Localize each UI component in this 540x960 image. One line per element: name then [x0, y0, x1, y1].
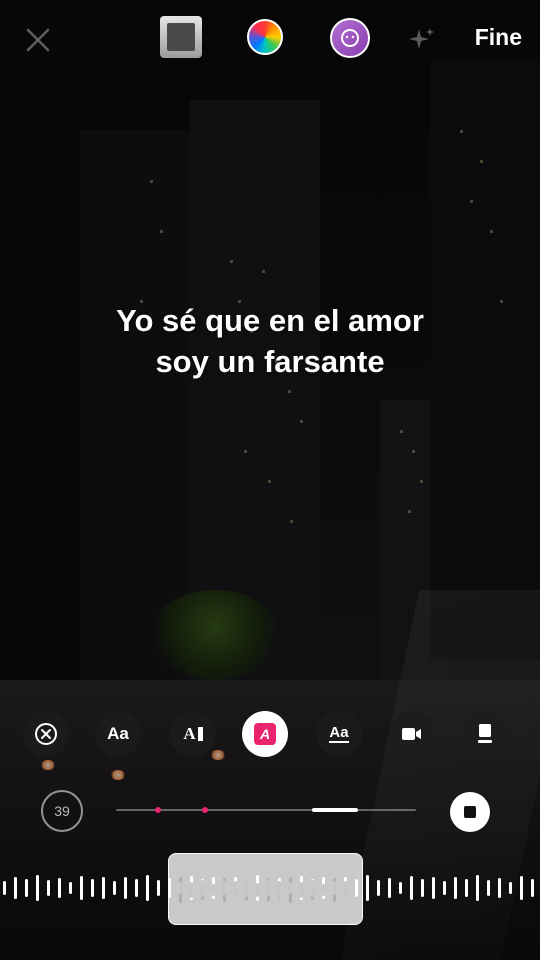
selected-waveform-bar: [300, 882, 303, 898]
cursor-bar-icon: [197, 727, 203, 741]
color-wheel-button[interactable]: [247, 19, 283, 55]
stop-button[interactable]: [450, 792, 490, 832]
remove-lyrics-button[interactable]: [23, 711, 69, 757]
close-button[interactable]: [18, 20, 58, 60]
waveform-bar: [454, 877, 457, 899]
selected-waveform-bar: [234, 881, 237, 899]
lyrics-text[interactable]: Yo sé que en el amor soy un farsante: [0, 300, 540, 382]
selected-waveform-bar: [256, 883, 259, 897]
text-style-label: Aa: [107, 724, 129, 743]
done-button[interactable]: Fine: [475, 24, 522, 51]
waveform-bar: [421, 879, 424, 897]
progress-segment: [312, 808, 358, 812]
selected-waveform-bar: [201, 880, 204, 900]
highlight-style-button[interactable]: A: [242, 711, 288, 757]
waveform-bar: [3, 881, 6, 895]
underline-style-wrap: Aa: [329, 725, 349, 743]
selected-waveform-bar: [344, 881, 347, 899]
highlight-style-icon: A: [254, 723, 276, 745]
waveform-bar: [443, 881, 446, 895]
waveform-bar: [388, 878, 391, 898]
lyrics-line-1: Yo sé que en el amor: [116, 303, 424, 338]
duration-button[interactable]: 39: [41, 790, 83, 832]
waveform-bar: [135, 879, 138, 897]
lyrics-progress-track[interactable]: [116, 807, 416, 813]
waveform-bar: [531, 879, 534, 897]
selected-waveform-bar: [267, 879, 270, 901]
waveform-bar: [377, 880, 380, 896]
effects-button[interactable]: [402, 20, 442, 60]
selected-waveform-bar: [245, 879, 248, 901]
waveform-bar: [91, 879, 94, 897]
text-style-button[interactable]: Aa: [95, 711, 141, 757]
avatar-sticker-button[interactable]: [330, 18, 370, 58]
waveform-bar: [47, 880, 50, 896]
waveform-bar: [399, 882, 402, 894]
clip-selector[interactable]: [168, 853, 363, 925]
album-sticker-icon: [167, 23, 195, 51]
sparkle-icon: [409, 28, 434, 49]
waveform-bar: [25, 879, 28, 897]
video-style-button[interactable]: [389, 711, 435, 757]
waveform-bar: [432, 877, 435, 899]
waveform-bar: [36, 875, 39, 901]
waveform-bar: [410, 876, 413, 900]
underline-style-button[interactable]: Aa: [316, 711, 362, 757]
selected-waveform-bar: [289, 877, 292, 903]
selected-waveform-bar: [190, 882, 193, 898]
waveform-bar: [520, 876, 523, 900]
selected-waveform-bar: [278, 881, 281, 899]
progress-track-line: [116, 809, 416, 811]
typewriter-style-label: A: [183, 724, 196, 743]
selected-waveform-bar: [333, 878, 336, 902]
selected-waveform-bar: [322, 884, 325, 896]
selected-waveform-bar: [223, 878, 226, 902]
waveform-bar: [58, 878, 61, 898]
waveform-bar: [14, 877, 17, 899]
waveform-bar: [465, 879, 468, 897]
selected-waveform-bar: [179, 877, 182, 903]
waveform-bar: [124, 877, 127, 899]
selected-waveform-bar: [311, 880, 314, 900]
album-sticker-button[interactable]: [160, 16, 202, 58]
waveform-bar: [487, 880, 490, 896]
waveform-bar: [366, 875, 369, 901]
close-icon: [26, 28, 50, 52]
waveform-bar: [509, 882, 512, 894]
selected-waveform-bar: [212, 884, 215, 896]
waveform-bar: [146, 875, 149, 901]
card-style-button[interactable]: [462, 711, 508, 757]
lyrics-line-2: soy un farsante: [155, 344, 385, 379]
avatar-sticker-icon: [341, 29, 359, 47]
lyric-marker: [155, 807, 161, 813]
card-icon: [478, 724, 492, 743]
waveform-bar: [157, 880, 160, 896]
typewriter-style-button[interactable]: A: [170, 711, 216, 757]
underline-icon: [329, 741, 349, 743]
lyric-marker: [202, 807, 208, 813]
waveform-bar: [476, 875, 479, 901]
remove-circle-icon: [35, 723, 57, 745]
video-camera-icon: [402, 728, 421, 740]
waveform-bar: [80, 876, 83, 900]
stop-icon: [464, 806, 476, 818]
underline-style-label: Aa: [329, 724, 349, 741]
waveform-bar: [102, 877, 105, 899]
waveform-bar: [113, 881, 116, 895]
waveform-bar: [69, 882, 72, 894]
waveform-bar: [498, 878, 501, 898]
